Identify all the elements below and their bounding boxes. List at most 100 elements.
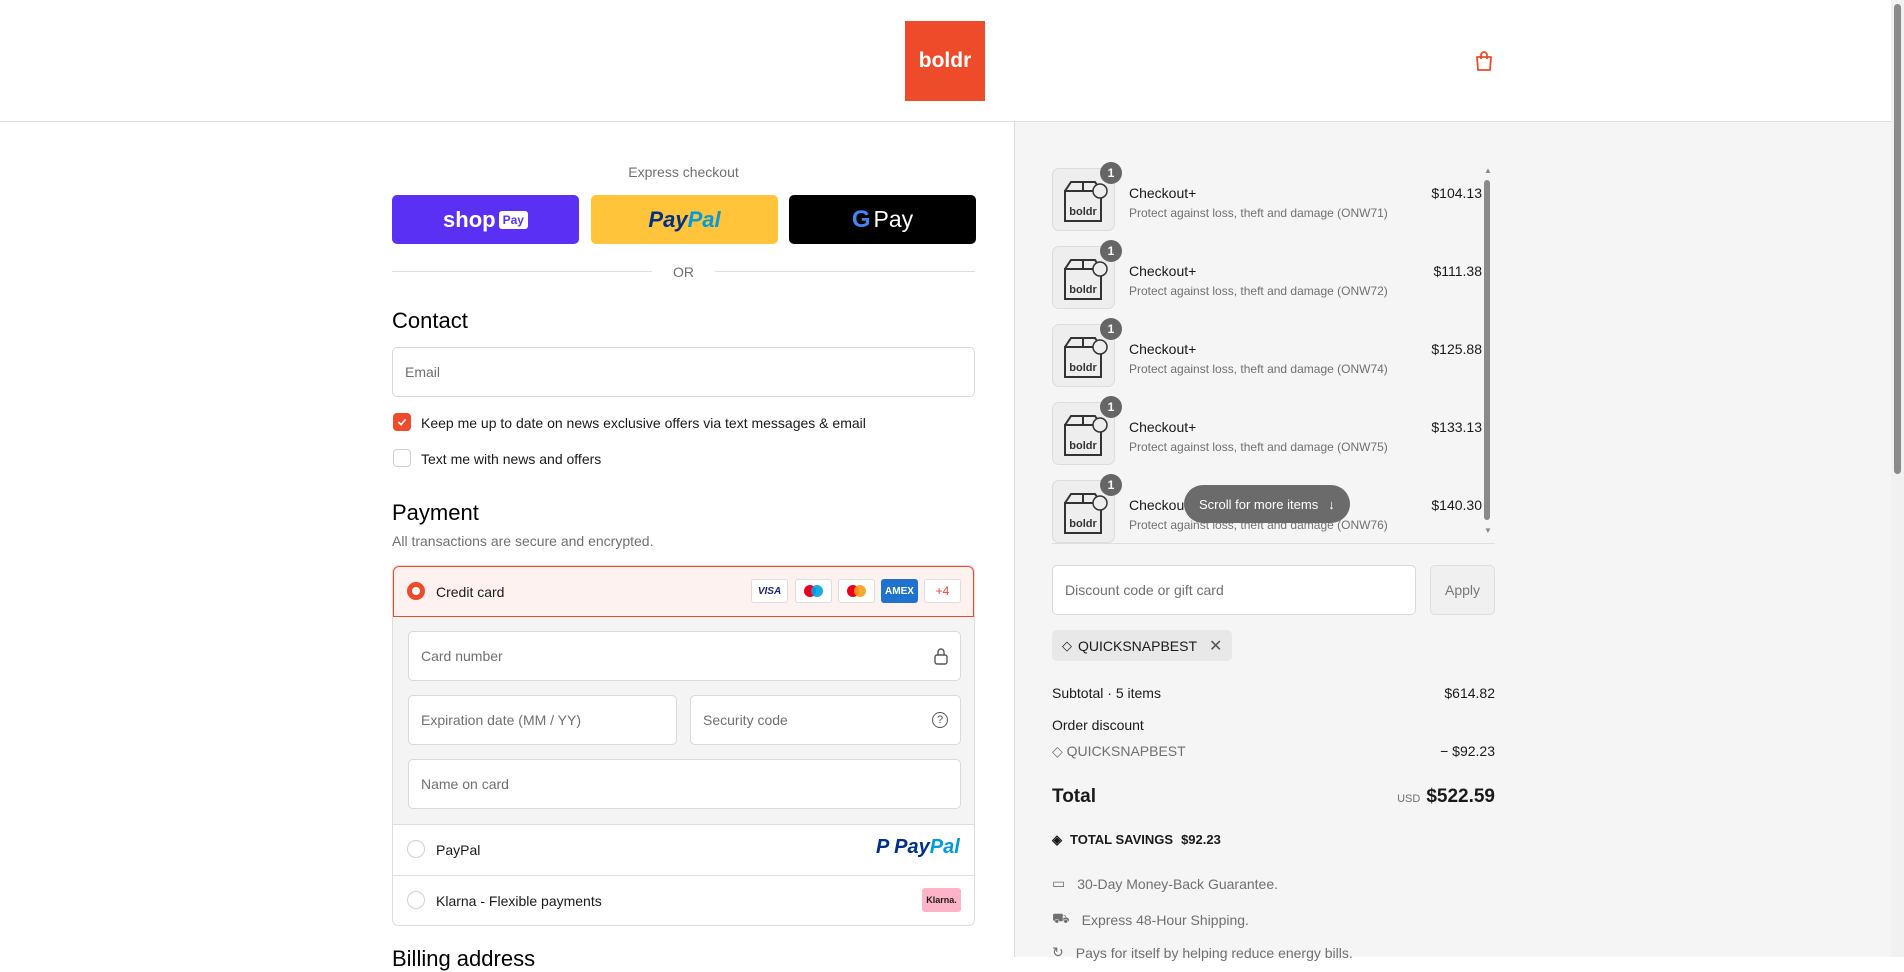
more-cards-badge: +4 [924, 579, 961, 603]
tag-icon: ◇ [1062, 638, 1072, 654]
svg-text:boldr: boldr [1069, 362, 1097, 374]
divider [1052, 543, 1495, 544]
remove-discount-icon[interactable]: ✕ [1209, 636, 1222, 656]
opt-in-checkbox[interactable] [393, 413, 411, 431]
credit-card-label: Credit card [436, 584, 504, 600]
savings-tag-icon: ◈ [1052, 832, 1062, 848]
check-icon [394, 414, 410, 430]
recycle-icon: ↻ [1052, 944, 1064, 961]
discount-row: ◇ QUICKSNAPBEST− $92.23 [1052, 743, 1495, 760]
payment-subtitle: All transactions are secure and encrypte… [392, 533, 653, 549]
applied-code: QUICKSNAPBEST [1078, 638, 1197, 654]
cart-item: boldr 1 Checkout+ Protect against loss, … [1052, 246, 1482, 310]
shop-pay-badge: Pay [499, 211, 528, 229]
or-separator: OR [652, 264, 715, 280]
paypal-radio[interactable] [407, 840, 425, 858]
payment-methods [392, 565, 975, 926]
shop-pay-button[interactable]: shop Pay [392, 195, 579, 244]
amex-logo: AMEX [881, 579, 918, 603]
site-header: boldr [0, 0, 1891, 122]
expiry-input[interactable]: Expiration date (MM / YY) [408, 695, 677, 745]
email-input[interactable]: Email [392, 347, 975, 397]
item-price: $133.13 [1431, 419, 1482, 435]
paypal-logo-pay: Pay [648, 207, 687, 233]
cart-item: boldr 1 Checkout+ Protect against loss, … [1052, 402, 1482, 466]
visa-logo: VISA [751, 579, 788, 603]
item-description: Protect against loss, theft and damage (… [1129, 284, 1388, 298]
quantity-badge: 1 [1100, 396, 1122, 418]
total-row: TotalUSD$522.59 [1052, 786, 1495, 808]
security-code-input[interactable]: Security code? [690, 695, 961, 745]
truck-icon: ⛟ [1052, 910, 1070, 929]
contact-heading: Contact [392, 308, 468, 334]
arrow-down-icon: ↓ [1328, 497, 1335, 512]
security-code-placeholder: Security code [703, 712, 788, 728]
item-name: Checkout+ [1129, 185, 1196, 201]
item-price: $125.88 [1431, 341, 1482, 357]
card-number-input[interactable]: Card number [408, 631, 961, 681]
applied-discount-chip: ◇ QUICKSNAPBEST ✕ [1052, 630, 1232, 661]
divider [715, 271, 975, 272]
quantity-badge: 1 [1100, 240, 1122, 262]
svg-text:boldr: boldr [1069, 518, 1097, 530]
card-number-placeholder: Card number [421, 648, 503, 664]
item-name: Checkout+ [1129, 419, 1196, 435]
item-name: Checkout+ [1129, 341, 1196, 357]
quantity-badge: 1 [1100, 318, 1122, 340]
sms-label: Text me with news and offers [421, 451, 601, 467]
feature-shipping: ⛟Express 48-Hour Shipping. [1052, 910, 1249, 929]
discount-code-input[interactable]: Discount code or gift card [1052, 565, 1416, 615]
credit-card-radio[interactable] [407, 582, 425, 600]
apply-button[interactable]: Apply [1430, 565, 1495, 615]
boldr-logo[interactable]: boldr [905, 21, 985, 101]
paypal-express-button[interactable]: PayPal [591, 195, 778, 244]
lock-icon [934, 647, 948, 665]
cart-item: boldr 1 Checkout+ Protect against loss, … [1052, 168, 1482, 232]
gpay-label: Pay [874, 206, 914, 233]
page-scrollbar[interactable] [1891, 0, 1904, 957]
mastercard-logo [838, 579, 875, 603]
scroll-hint-label: Scroll for more items [1199, 497, 1318, 512]
svg-text:boldr: boldr [1069, 440, 1097, 452]
item-description: Protect against loss, theft and damage (… [1129, 362, 1388, 376]
quantity-badge: 1 [1100, 474, 1122, 496]
maestro-logo [795, 579, 832, 603]
item-description: Protect against loss, theft and damage (… [1129, 206, 1388, 220]
google-g-icon: G [852, 206, 871, 234]
svg-text:boldr: boldr [1069, 284, 1097, 296]
paypal-logo: P PayPal [876, 836, 960, 859]
opt-in-label: Keep me up to date on news exclusive off… [421, 415, 866, 431]
divider [392, 271, 652, 272]
subtotal-row: Subtotal · 5 items$614.82 [1052, 685, 1495, 701]
billing-heading: Billing address [392, 946, 535, 972]
name-on-card-input[interactable]: Name on card [408, 759, 961, 809]
cart-item: boldr 1 Checkout+ Protect against loss, … [1052, 324, 1482, 388]
express-checkout-title: Express checkout [392, 164, 975, 180]
shop-pay-logo: shop [443, 207, 496, 233]
item-price: $104.13 [1431, 185, 1482, 201]
order-discount-label: Order discount [1052, 717, 1144, 733]
klarna-radio[interactable] [407, 891, 425, 909]
wallet-icon: ▭ [1052, 875, 1065, 892]
item-price: $111.38 [1433, 263, 1482, 279]
quantity-badge: 1 [1100, 162, 1122, 184]
paypal-logo-pal: Pal [688, 207, 721, 233]
item-price: $140.30 [1431, 497, 1482, 513]
feature-energy: ↻Pays for itself by helping reduce energ… [1052, 944, 1353, 961]
sms-checkbox[interactable] [393, 449, 411, 467]
paypal-option-label[interactable]: PayPal [436, 842, 480, 858]
feature-guarantee: ▭30-Day Money-Back Guarantee. [1052, 875, 1278, 892]
payment-heading: Payment [392, 500, 479, 526]
klarna-option-label[interactable]: Klarna - Flexible payments [436, 893, 602, 909]
total-savings: ◈TOTAL SAVINGS$92.23 [1052, 832, 1221, 848]
help-icon[interactable]: ? [932, 712, 948, 728]
scroll-more-button[interactable]: Scroll for more items ↓ [1184, 485, 1350, 523]
item-description: Protect against loss, theft and damage (… [1129, 440, 1388, 454]
tag-icon: ◇ [1052, 743, 1067, 759]
shopping-bag-icon[interactable] [1474, 50, 1494, 72]
item-name: Checkout+ [1129, 263, 1196, 279]
items-scrollbar[interactable]: ▲ ▼ [1483, 166, 1491, 536]
google-pay-button[interactable]: G Pay [789, 195, 976, 244]
klarna-logo: Klarna. [922, 888, 961, 912]
svg-text:boldr: boldr [1069, 206, 1097, 218]
